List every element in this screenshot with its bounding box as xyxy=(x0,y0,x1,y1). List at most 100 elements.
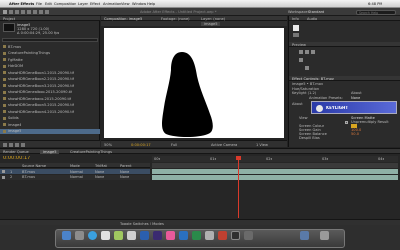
camera-dropdown[interactable]: Active Camera xyxy=(211,143,237,147)
launchpad-icon[interactable] xyxy=(75,231,84,240)
project-search-input[interactable] xyxy=(2,38,98,42)
layer-row[interactable]: 2 BT.mov Normal None None xyxy=(0,174,150,180)
tab-composition[interactable]: Composition: image5 xyxy=(104,17,142,21)
layer-parent-dropdown[interactable]: None xyxy=(120,175,129,179)
menu-window[interactable]: Window xyxy=(132,2,146,6)
col-mode[interactable]: Mode xyxy=(70,164,80,168)
camera-tool-icon[interactable] xyxy=(27,10,31,14)
layer-mode-dropdown[interactable]: Normal xyxy=(70,170,83,174)
project-list-item[interactable]: showHDRGeneBoon5.2015-20090.tif xyxy=(0,103,100,109)
col-source-name[interactable]: Source Name xyxy=(22,164,46,168)
project-list-item[interactable]: showHDRGeneBoon2.2015-20090.tif xyxy=(0,77,100,83)
visibility-eye-icon[interactable] xyxy=(2,170,5,173)
tab-project[interactable]: Project xyxy=(3,17,15,21)
timeline-timecode[interactable]: 0:00:00:17 xyxy=(3,156,30,161)
brush-tool-icon[interactable] xyxy=(45,10,49,14)
interpret-footage-icon[interactable] xyxy=(3,142,7,147)
screen-colour-swatch[interactable] xyxy=(351,124,357,128)
tab-creature[interactable]: CreaturePaintingThings xyxy=(70,150,112,154)
unpremultiply-checkbox[interactable] xyxy=(345,120,348,124)
hand-tool-icon[interactable] xyxy=(9,10,13,14)
downloads-stack-icon[interactable] xyxy=(300,231,309,240)
workspace-dropdown[interactable]: Standard xyxy=(308,10,324,14)
tab-footage[interactable]: Footage: (none) xyxy=(161,17,190,21)
project-list-item[interactable]: image5 xyxy=(0,128,100,134)
word-icon[interactable] xyxy=(179,231,188,240)
trash-icon[interactable] xyxy=(21,142,25,147)
selection-tool-icon[interactable] xyxy=(3,10,7,14)
facetime-icon[interactable] xyxy=(114,231,123,240)
menu-view[interactable]: View xyxy=(121,2,130,6)
col-trkmat[interactable]: TrkMat xyxy=(95,164,107,168)
composition-canvas[interactable] xyxy=(104,28,284,138)
animation-presets-dropdown[interactable]: None xyxy=(351,96,360,100)
visibility-eye-icon[interactable] xyxy=(2,175,5,179)
calendar-icon[interactable] xyxy=(127,231,136,240)
terminal-icon[interactable] xyxy=(231,231,240,240)
tab-audio[interactable]: Audio xyxy=(307,17,317,21)
text-tool-icon[interactable] xyxy=(39,10,43,14)
menu-help[interactable]: Help xyxy=(147,2,155,6)
pen-tool-icon[interactable] xyxy=(33,10,37,14)
trash-dock-icon[interactable] xyxy=(320,231,329,240)
preview-app-icon[interactable] xyxy=(244,231,253,240)
project-list-item[interactable]: showHDRGeneBoon3.2015-20090.tif xyxy=(0,83,100,89)
photoshop-icon[interactable] xyxy=(140,231,149,240)
excel-icon[interactable] xyxy=(192,231,201,240)
work-area-bar[interactable] xyxy=(152,163,398,168)
safari-icon[interactable] xyxy=(88,231,97,240)
powerpoint-icon[interactable] xyxy=(218,231,227,240)
layer-bar-2[interactable] xyxy=(152,174,398,180)
comp-subtab[interactable]: image5 xyxy=(201,21,221,26)
menu-edit[interactable]: Edit xyxy=(45,2,52,6)
reset-link[interactable]: About xyxy=(351,91,362,95)
ram-preview-icon[interactable] xyxy=(299,58,303,62)
views-dropdown[interactable]: 1 View xyxy=(256,143,268,147)
project-list-item[interactable]: CreaturePaintingThings xyxy=(0,51,100,57)
zoom-tool-icon[interactable] xyxy=(15,10,19,14)
new-comp-icon[interactable] xyxy=(15,142,19,147)
layer-mode-dropdown[interactable]: Normal xyxy=(70,175,83,179)
project-list-item[interactable]: showHDRGenebaco.2015-20090.tif xyxy=(0,96,100,102)
screen-balance-value[interactable]: 50.0 xyxy=(351,132,359,136)
effect-keylight[interactable]: Keylight (1.2) xyxy=(292,91,316,95)
itunes-icon[interactable] xyxy=(166,231,175,240)
layer-parent-dropdown[interactable]: None xyxy=(120,170,129,174)
tab-preview[interactable]: Preview xyxy=(292,43,306,47)
tab-effect-controls[interactable]: Effect Controls: BT.mov xyxy=(292,77,334,81)
preview-first-frame-icon[interactable] xyxy=(299,50,303,54)
comp-timecode[interactable]: 0:00:00:17 xyxy=(131,143,151,147)
rotate-tool-icon[interactable] xyxy=(21,10,25,14)
tab-render-queue[interactable]: Render Queue xyxy=(3,150,29,154)
playhead-handle[interactable] xyxy=(236,156,241,160)
menu-file[interactable]: File xyxy=(36,2,42,6)
zoom-dropdown[interactable]: 50% xyxy=(104,143,112,147)
playhead[interactable] xyxy=(238,156,239,218)
menu-effect[interactable]: Effect xyxy=(90,2,100,6)
loop-icon[interactable] xyxy=(305,66,309,70)
project-list-item[interactable]: Solids xyxy=(0,116,100,122)
finder-icon[interactable] xyxy=(62,231,71,240)
project-list-item[interactable]: showHDRGeneBoon4.2015-20090.tif xyxy=(0,109,100,115)
col-parent[interactable]: Parent xyxy=(120,164,132,168)
project-list-item[interactable]: BT.mov xyxy=(0,44,100,50)
after-effects-icon[interactable] xyxy=(153,231,162,240)
new-folder-icon[interactable] xyxy=(9,142,13,147)
layer-row[interactable]: 1 BT.mov Normal None None xyxy=(0,169,150,174)
project-list-item[interactable]: HdrDOM xyxy=(0,64,100,70)
tab-image5[interactable]: image5 xyxy=(40,149,60,154)
time-ruler[interactable]: 00s 01s 02s 03s 04s xyxy=(152,156,398,162)
menu-layer[interactable]: Layer xyxy=(78,2,88,6)
app-menu[interactable]: After Effects xyxy=(9,2,34,6)
project-list-item[interactable]: FgMatte xyxy=(0,57,100,63)
layer-trkmat-dropdown[interactable]: None xyxy=(95,175,104,179)
project-list-item[interactable]: image4 xyxy=(0,122,100,128)
menu-composition[interactable]: Composition xyxy=(54,2,76,6)
menu-animation[interactable]: Animation xyxy=(103,2,121,6)
tab-layer[interactable]: Layer: (none) xyxy=(201,17,225,21)
layer-bar-1[interactable] xyxy=(152,169,398,174)
mail-icon[interactable] xyxy=(101,231,110,240)
project-list-item[interactable]: showHDRGenealboo.2015-20090.tif xyxy=(0,90,100,96)
preview-last-frame-icon[interactable] xyxy=(311,50,315,54)
search-help-input[interactable]: Search Help xyxy=(356,9,396,15)
